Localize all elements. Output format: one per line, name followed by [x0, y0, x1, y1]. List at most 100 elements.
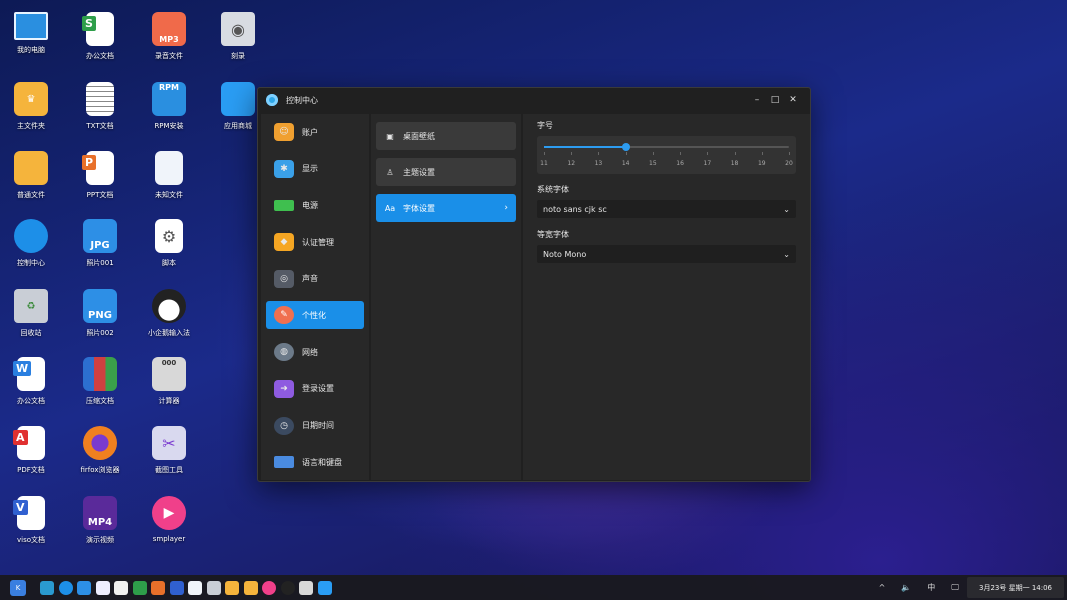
- taskbar-file-icon[interactable]: [188, 580, 202, 595]
- taskbar-calculator-icon[interactable]: [299, 580, 313, 595]
- desktop-icon-screenshot[interactable]: ✂ 截图工具: [136, 426, 202, 492]
- spreadsheet-doc-icon: S: [82, 12, 114, 46]
- slider-tick: [652, 152, 654, 155]
- title-bar[interactable]: 控制中心 – □ ✕: [258, 88, 810, 112]
- slider-handle[interactable]: [621, 143, 630, 151]
- desktop-icon-firefox[interactable]: firfox浏览器: [67, 426, 133, 492]
- nav-item-personalization[interactable]: ✎ 个性化: [266, 301, 364, 330]
- desktop-icon-plain-file[interactable]: 普通文件: [0, 151, 64, 217]
- desktop-icon-trash[interactable]: ♻ 回收站: [0, 289, 64, 355]
- taskbar-file-manager-icon[interactable]: [40, 580, 54, 595]
- desktop-icon-script[interactable]: ⚙ 脚本: [136, 219, 202, 285]
- disc-burner-icon: ◉: [221, 12, 255, 46]
- subnav-wallpaper[interactable]: ▣ 桌面壁纸: [376, 122, 516, 150]
- png-image-icon: PNG: [83, 289, 117, 323]
- desktop-icon-calculator[interactable]: 000 计算器: [136, 357, 202, 423]
- desktop-icon-fcitx[interactable]: 小企鹅输入法: [136, 289, 202, 355]
- desktop-icon-archive[interactable]: 压缩文档: [67, 357, 133, 423]
- desktop-icon-unknown-file[interactable]: 未知文件: [136, 151, 202, 217]
- system-font-label: 系统字体: [537, 185, 569, 194]
- taskbar-viso-icon[interactable]: [169, 580, 184, 595]
- calculator-icon: 000: [152, 357, 186, 391]
- minimize-button[interactable]: –: [748, 95, 766, 105]
- desktop-icon-my-computer[interactable]: 我的电脑: [0, 12, 64, 78]
- desktop-icon-pdf[interactable]: A PDF文档: [0, 426, 64, 492]
- system-font-dropdown[interactable]: noto sans cjk sc ⌄: [537, 200, 796, 218]
- maximize-button[interactable]: □: [766, 95, 784, 105]
- slider-tick-label: 18: [730, 160, 739, 167]
- input-method-indicator[interactable]: 中: [927, 582, 935, 593]
- folder-icon: [14, 151, 48, 185]
- desktop-icon-ppt[interactable]: P PPT文档: [67, 151, 133, 217]
- taskbar-folder-icon[interactable]: [225, 580, 239, 595]
- network-icon[interactable]: 🖵: [951, 583, 959, 593]
- desktop-icon-recording[interactable]: MP3 录音文件: [136, 12, 202, 78]
- trash-icon: ♻: [14, 289, 48, 323]
- desktop-icon-photo-001[interactable]: JPG 照片001: [67, 219, 133, 285]
- taskbar-app-store-icon[interactable]: [317, 580, 332, 595]
- taskbar-folder-icon[interactable]: [243, 580, 258, 595]
- folder-icon: ♛: [14, 82, 48, 116]
- taskbar-control-center-icon[interactable]: [58, 580, 73, 595]
- nav-item-sound[interactable]: ◎ 声音: [266, 265, 364, 293]
- nav-item-display[interactable]: ✱ 显示: [266, 155, 364, 183]
- taskbar-sheet-icon[interactable]: [132, 580, 147, 595]
- desktop-icon-photo-002[interactable]: PNG 照片002: [67, 289, 133, 355]
- nav-item-power[interactable]: 电源: [266, 191, 364, 219]
- jpg-image-icon: JPG: [83, 219, 117, 253]
- tray-expand-icon[interactable]: ^: [879, 583, 886, 592]
- system-font-value: noto sans cjk sc: [543, 204, 607, 214]
- viso-doc-icon: V: [13, 496, 45, 530]
- taskbar-trash-icon[interactable]: [206, 580, 221, 595]
- desktop-icon-office-doc[interactable]: S 办公文档: [67, 12, 133, 78]
- nav-item-login[interactable]: ➜ 登录设置: [266, 375, 364, 403]
- font-size-slider[interactable]: [544, 143, 789, 151]
- desktop-icon-viso[interactable]: V viso文档: [0, 496, 64, 562]
- clock[interactable]: 3月23号 星期一 14:06: [967, 577, 1064, 598]
- taskbar-ppt-icon[interactable]: [151, 580, 165, 595]
- palette-icon: ✎: [274, 306, 294, 325]
- subnav-font[interactable]: Aa 字体设置 ›: [376, 194, 516, 222]
- nav-item-datetime[interactable]: ◷ 日期时间: [266, 412, 364, 440]
- theme-icon: ♙: [386, 167, 394, 177]
- pdf-doc-icon: A: [13, 426, 45, 460]
- subnav-theme[interactable]: ♙ 主题设置: [376, 158, 516, 186]
- start-menu-icon[interactable]: K: [10, 579, 26, 596]
- taskbar-penguin-icon[interactable]: [280, 580, 295, 595]
- taskbar-pdf-icon[interactable]: [114, 580, 128, 595]
- mp3-audio-icon: MP3: [152, 12, 186, 46]
- close-button[interactable]: ✕: [784, 95, 802, 105]
- nav-item-auth[interactable]: ◆ 认证管理: [266, 228, 364, 256]
- window-title: 控制中心: [286, 95, 318, 105]
- control-center-window: 控制中心 – □ ✕ ☺ 账户 ✱ 显示 电源 ◆ 认证管理 ◎ 声音 ✎ 个性…: [257, 87, 811, 482]
- desktop-icon-txt[interactable]: TXT文档: [67, 82, 133, 148]
- play-icon: ▶: [152, 496, 186, 530]
- mono-font-label: 等宽字体: [537, 230, 569, 239]
- nav-item-account[interactable]: ☺ 账户: [266, 118, 364, 146]
- mono-font-value: Noto Mono: [543, 249, 587, 259]
- desktop-icon-office-doc-2[interactable]: W 办公文档: [0, 357, 64, 423]
- control-center-icon: [14, 219, 48, 253]
- nav-item-language-keyboard[interactable]: 语言和键盘: [266, 448, 364, 476]
- slider-fill: [544, 146, 626, 148]
- nav-item-network[interactable]: ◍ 网络: [266, 338, 364, 366]
- slider-tick-label: 17: [703, 160, 712, 167]
- taskbar-smplayer-icon[interactable]: [262, 580, 276, 595]
- desktop-icon-home-folder[interactable]: ♛ 主文件夹: [0, 82, 64, 148]
- chevron-right-icon: ›: [504, 203, 508, 213]
- taskbar-image-icon[interactable]: [77, 580, 91, 595]
- mono-font-dropdown[interactable]: Noto Mono ⌄: [537, 245, 796, 263]
- taskbar-word-icon[interactable]: [95, 580, 110, 595]
- control-center-app-icon: [266, 94, 278, 106]
- word-doc-icon: W: [13, 357, 45, 391]
- volume-icon[interactable]: 🔈: [901, 583, 911, 592]
- desktop-icon-burn[interactable]: ◉ 刻录: [205, 12, 271, 78]
- slider-tick-labels: 11 12 13 14 15 16 17 18 19 20: [540, 160, 793, 170]
- desktop-icon-rpm[interactable]: RPM RPM安装: [136, 82, 202, 148]
- unknown-file-icon: [155, 151, 183, 185]
- desktop-icon-demo-video[interactable]: MP4 演示视频: [67, 496, 133, 562]
- desktop-icon-control-center[interactable]: 控制中心: [0, 219, 64, 285]
- clock-icon: ◷: [274, 416, 294, 435]
- shopping-bag-icon: [221, 82, 255, 116]
- desktop-icon-smplayer[interactable]: ▶ smplayer: [136, 496, 202, 562]
